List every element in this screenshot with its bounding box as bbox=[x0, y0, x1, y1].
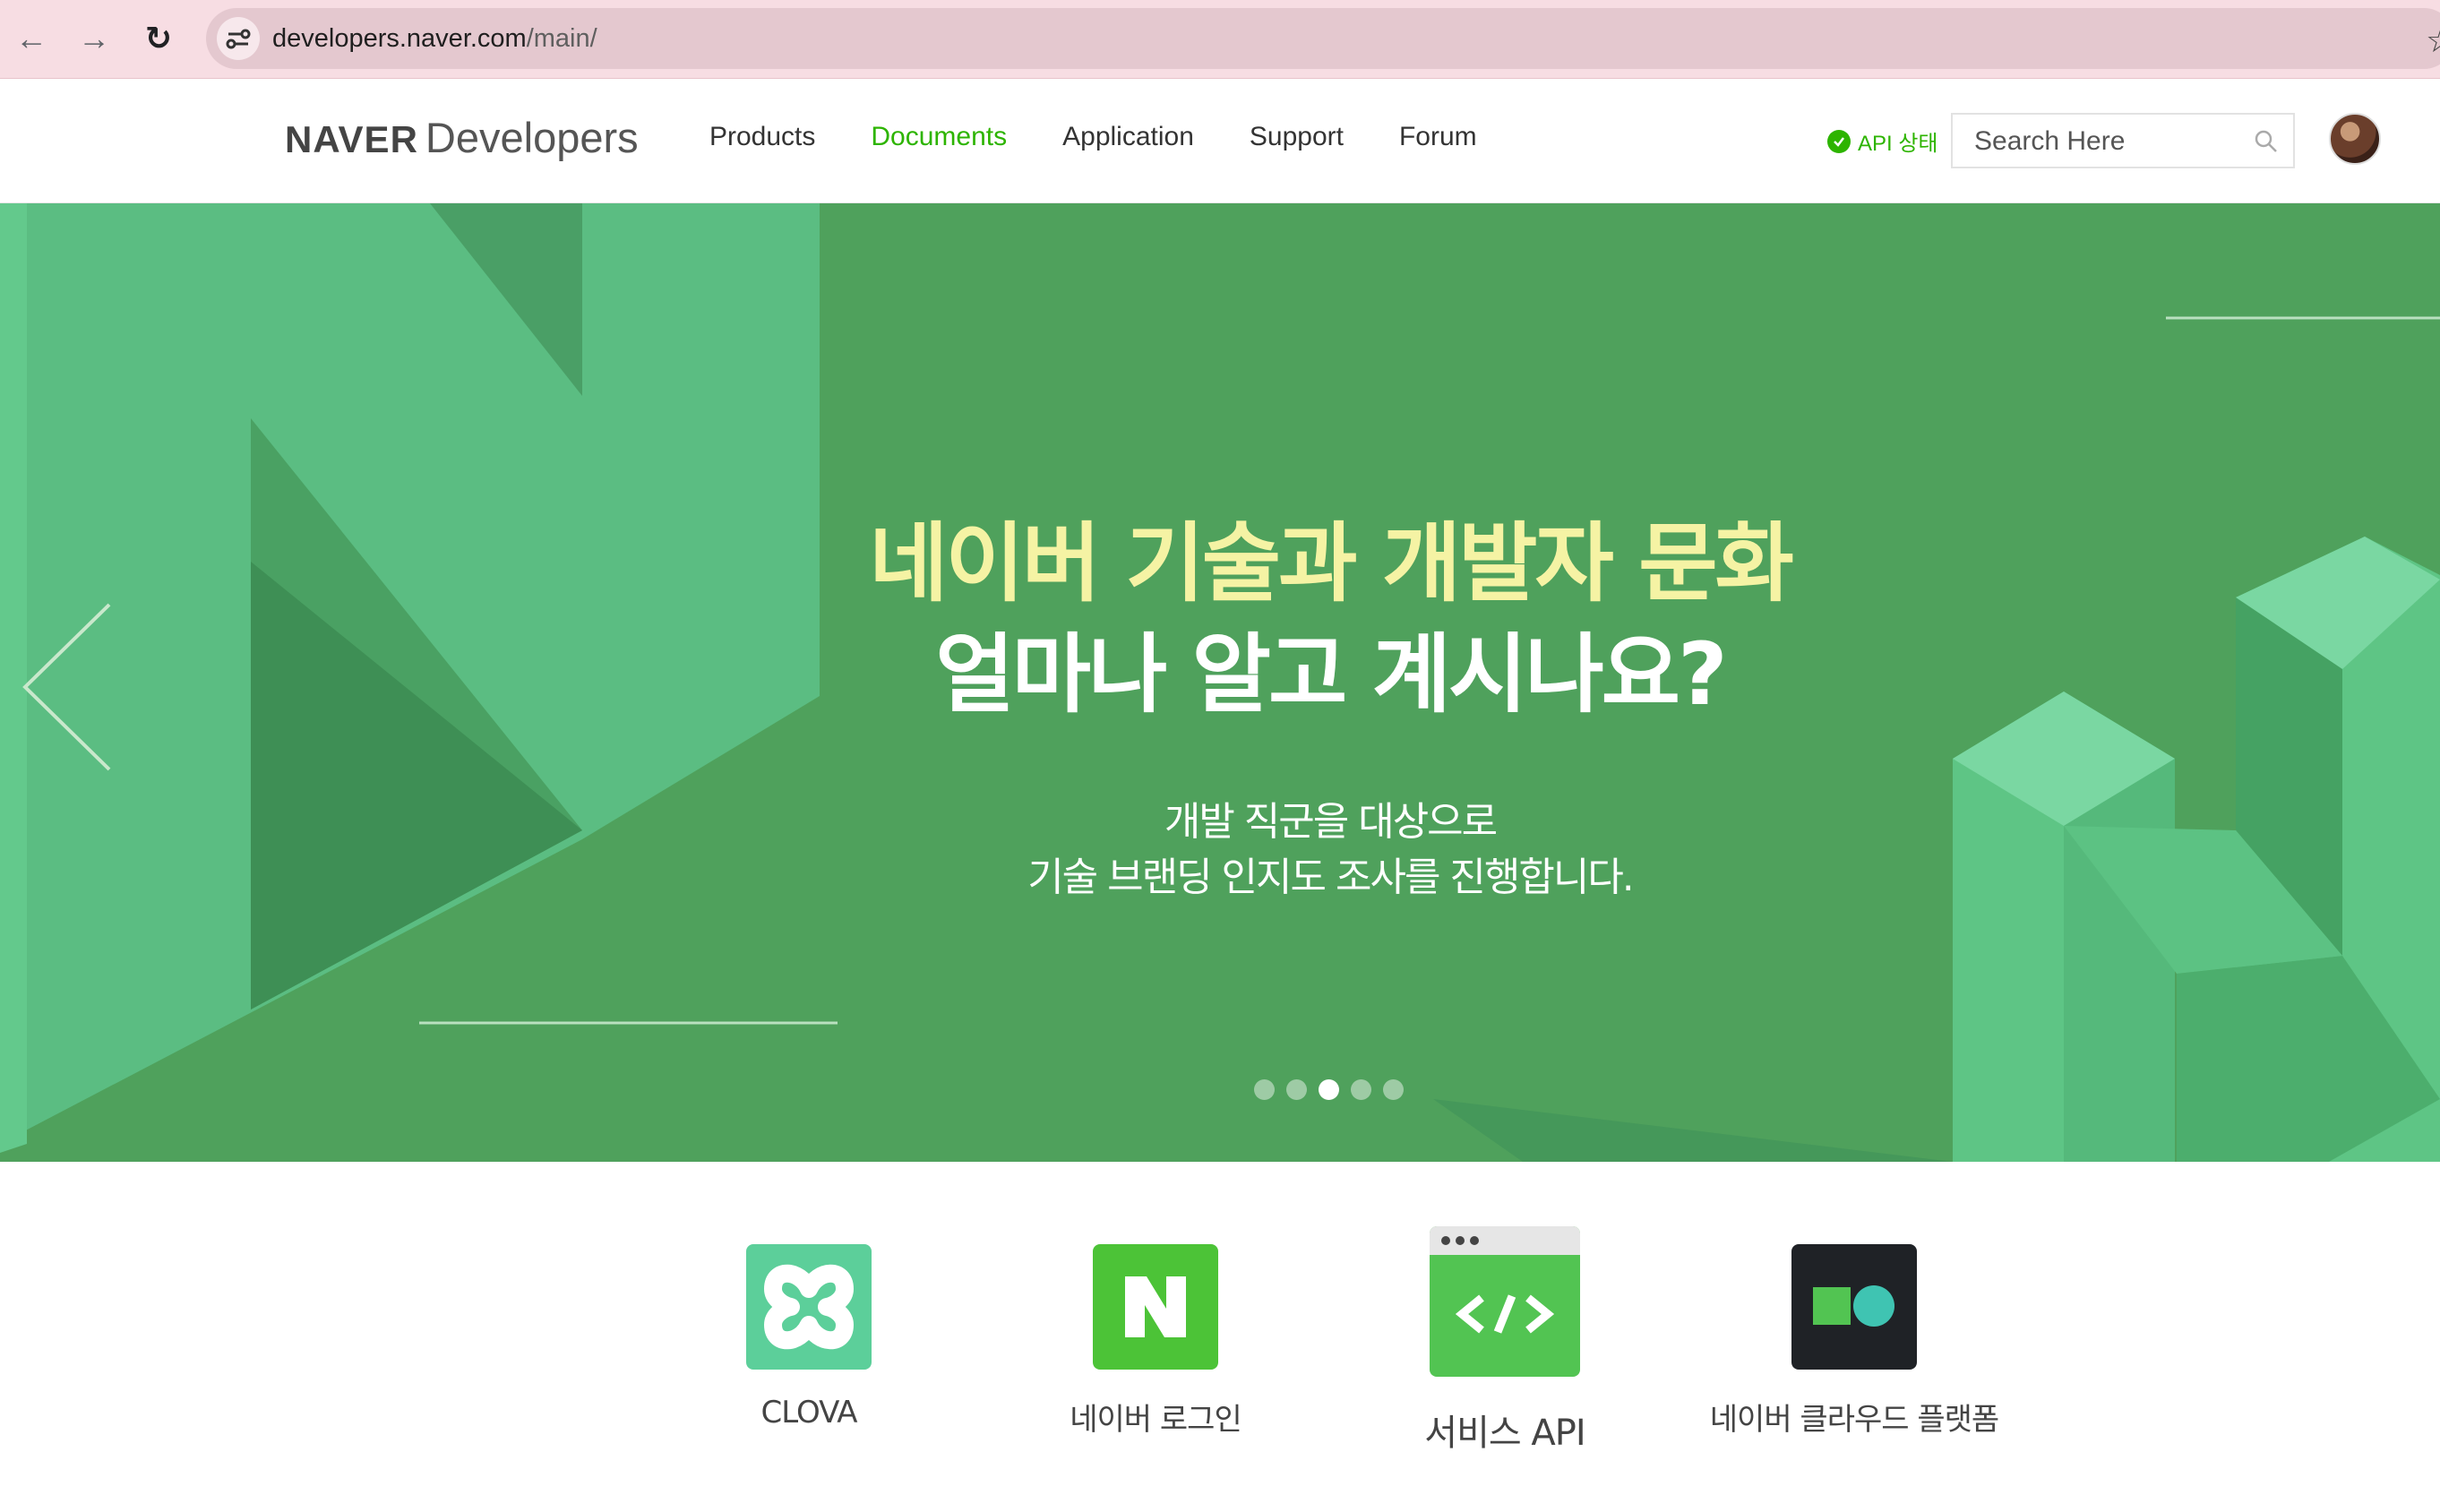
carousel-dot-2[interactable] bbox=[1286, 1079, 1307, 1100]
check-circle-icon bbox=[1827, 129, 1851, 153]
product-naver-login[interactable]: 네이버 로그인 bbox=[1021, 1244, 1290, 1439]
product-label: 네이버 로그인 bbox=[1070, 1402, 1242, 1438]
back-arrow-icon[interactable]: ← bbox=[9, 16, 54, 61]
api-status-link[interactable]: API 상태 bbox=[1827, 125, 1938, 157]
code-window-icon bbox=[1430, 1226, 1580, 1377]
nav-documents[interactable]: Documents bbox=[871, 122, 1007, 152]
forward-arrow-icon[interactable]: → bbox=[72, 16, 116, 61]
main-nav: Products Documents Application Support F… bbox=[709, 122, 1533, 152]
product-clova[interactable]: CLOVA bbox=[717, 1244, 901, 1430]
hero-banner[interactable]: 네이버 기술과 개발자 문화 얼마나 알고 계시나요? 개발 직군을 대상으로 … bbox=[0, 203, 2440, 1162]
product-label: 서비스 API bbox=[1424, 1413, 1585, 1454]
api-status-label: API 상태 bbox=[1858, 132, 1938, 156]
hero-title-line2: 얼마나 알고 계시나요? bbox=[935, 624, 1727, 725]
product-naver-cloud-platform[interactable]: 네이버 클라우드 플랫폼 bbox=[1693, 1244, 2015, 1439]
naver-n-icon bbox=[1093, 1244, 1218, 1370]
carousel-dots bbox=[1254, 1079, 1404, 1100]
user-avatar[interactable] bbox=[2329, 113, 2381, 165]
nav-forum[interactable]: Forum bbox=[1399, 122, 1477, 152]
site-info-icon[interactable] bbox=[217, 17, 260, 60]
carousel-dot-3[interactable] bbox=[1319, 1079, 1339, 1100]
hero-subtitle-line1: 개발 직군을 대상으로 bbox=[1164, 799, 1498, 845]
nav-products[interactable]: Products bbox=[709, 122, 815, 152]
ncloud-icon bbox=[1791, 1244, 1917, 1370]
hero-subtitle-line2: 기술 브랜딩 인지도 조사를 진행합니다. bbox=[1027, 855, 1635, 900]
hero-title-line1: 네이버 기술과 개발자 문화 bbox=[869, 513, 1794, 614]
product-shortcuts: CLOVA 네이버 로그인 서비스 API 네이버 클라우드 플랫폼 bbox=[0, 1162, 2440, 1512]
naver-developers-logo[interactable]: NAVER Developers bbox=[285, 113, 639, 162]
product-label: CLOVA bbox=[760, 1395, 858, 1430]
product-label: 네이버 클라우드 플랫폼 bbox=[1709, 1402, 1999, 1438]
search-icon[interactable] bbox=[2254, 129, 2279, 159]
search-input[interactable] bbox=[1972, 124, 2245, 159]
carousel-dot-4[interactable] bbox=[1351, 1079, 1371, 1100]
browser-toolbar: ← → ↻ developers.naver.com/main/ ☆ bbox=[0, 0, 2440, 79]
hero-subtitle: 개발 직군을 대상으로 기술 브랜딩 인지도 조사를 진행합니다. bbox=[0, 795, 2440, 906]
search-box bbox=[1951, 113, 2295, 168]
carousel-dot-1[interactable] bbox=[1254, 1079, 1275, 1100]
site-header: NAVER Developers Products Documents Appli… bbox=[0, 79, 2440, 203]
carousel-dot-5[interactable] bbox=[1383, 1079, 1404, 1100]
product-service-api[interactable]: 서비스 API bbox=[1370, 1226, 1639, 1456]
address-bar[interactable]: developers.naver.com/main/ ☆ bbox=[206, 8, 2440, 69]
clova-icon bbox=[746, 1244, 872, 1370]
carousel-prev-arrow-icon[interactable] bbox=[18, 597, 116, 781]
hero-title: 네이버 기술과 개발자 문화 얼마나 알고 계시나요? bbox=[0, 508, 2440, 730]
nav-support[interactable]: Support bbox=[1250, 122, 1344, 152]
url-text[interactable]: developers.naver.com/main/ bbox=[272, 24, 597, 54]
bookmark-star-icon[interactable]: ☆ bbox=[2426, 21, 2440, 61]
reload-icon[interactable]: ↻ bbox=[136, 16, 181, 61]
nav-application[interactable]: Application bbox=[1062, 122, 1194, 152]
